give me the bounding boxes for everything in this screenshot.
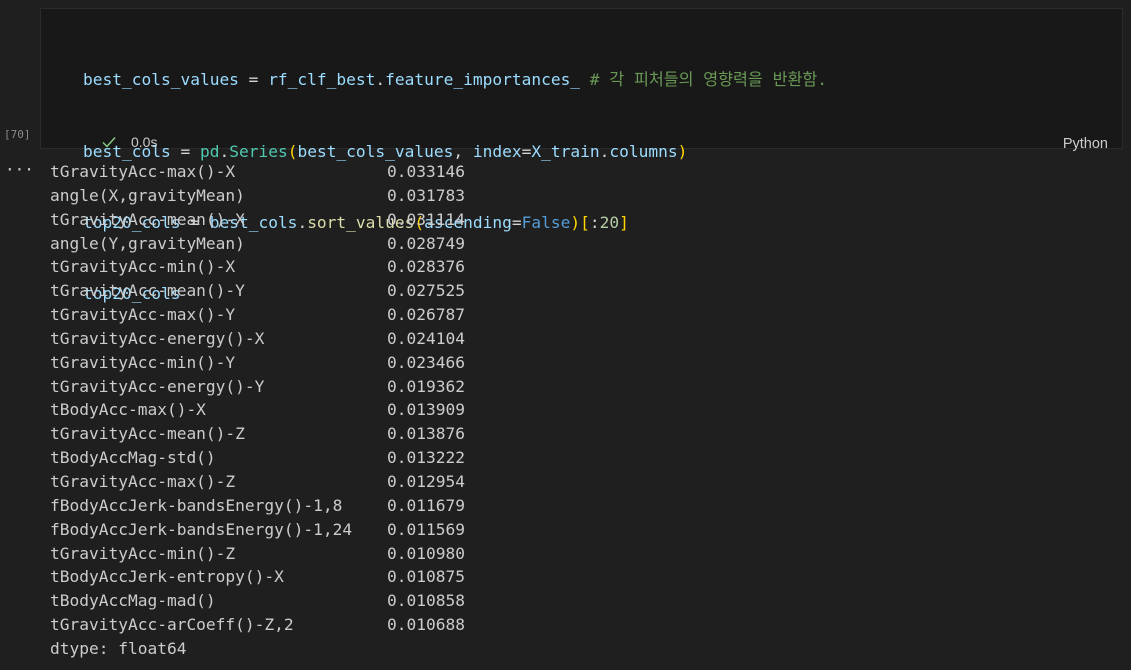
feature-importance: 0.028376 — [387, 257, 465, 277]
feature-importance: 0.013909 — [387, 400, 465, 420]
feature-name: tGravityAcc-energy()-X — [50, 328, 265, 348]
output-row: tGravityAcc-energy()-Y 0.019362 — [50, 375, 465, 399]
code-token: rf_clf_best — [268, 70, 376, 90]
code-token: ) — [677, 141, 688, 161]
output-row: tGravityAcc-max()-Y 0.026787 — [50, 303, 465, 327]
language-selector[interactable]: Python — [1063, 136, 1108, 152]
feature-importance: 0.011569 — [387, 519, 465, 539]
code-token: ( — [287, 141, 298, 161]
code-token: pd — [199, 141, 220, 161]
output-row: tGravityAcc-min()-Z 0.010980 — [50, 542, 465, 566]
output-row: tBodyAccMag-std() 0.013222 — [50, 446, 465, 470]
feature-name: tGravityAcc-mean()-X — [50, 209, 245, 229]
code-token: ) — [570, 212, 581, 232]
feature-importance: 0.031114 — [387, 209, 465, 229]
code-token: : — [589, 212, 600, 232]
feature-importance: 0.027525 — [387, 281, 465, 301]
output-dtype: dtype: float64 — [50, 638, 187, 658]
feature-name: angle(Y,gravityMean) — [50, 233, 245, 253]
output-row: tBodyAccJerk-entropy()-X 0.010875 — [50, 565, 465, 589]
feature-importance: 0.024104 — [387, 328, 465, 348]
output-row: fBodyAccJerk-bandsEnergy()-1,24 0.011569 — [50, 518, 465, 542]
code-comment: # 각 피처들의 영향력을 반환함. — [580, 70, 827, 90]
feature-importance: 0.013876 — [387, 424, 465, 444]
code-token: False — [521, 212, 571, 232]
code-token: = — [511, 212, 522, 232]
feature-importance: 0.010980 — [387, 543, 465, 563]
feature-importance: 0.031783 — [387, 185, 465, 205]
feature-name: tGravityAcc-mean()-Z — [50, 424, 245, 444]
feature-name: tGravityAcc-min()-Y — [50, 352, 236, 372]
feature-importance: 0.019362 — [387, 376, 465, 396]
output-row: angle(X,gravityMean) 0.031783 — [50, 184, 465, 208]
code-token: best_cols_values — [297, 141, 454, 161]
output-row: tGravityAcc-arCoeff()-Z,2 0.010688 — [50, 613, 465, 637]
code-token: . — [599, 141, 610, 161]
code-token: index — [472, 141, 522, 161]
feature-importance: 0.010688 — [387, 615, 465, 635]
feature-importance: 0.010875 — [387, 567, 465, 587]
feature-name: tGravityAcc-arCoeff()-Z,2 — [50, 615, 294, 635]
output-row: tGravityAcc-mean()-Z 0.013876 — [50, 422, 465, 446]
code-token: = — [238, 70, 269, 90]
feature-name: tBodyAcc-max()-X — [50, 400, 206, 420]
feature-name: tGravityAcc-mean()-Y — [50, 281, 245, 301]
output-row: tGravityAcc-max()-X 0.033146 — [50, 160, 465, 184]
output-row: tBodyAccMag-mad() 0.010858 — [50, 589, 465, 613]
feature-importance: 0.026787 — [387, 305, 465, 325]
feature-importance: 0.012954 — [387, 471, 465, 491]
feature-name: tGravityAcc-max()-Z — [50, 471, 236, 491]
feature-name: fBodyAccJerk-bandsEnergy()-1,8 — [50, 495, 343, 515]
cell-output: tGravityAcc-max()-X 0.033146 angle(X,gravi… — [50, 160, 465, 661]
code-token: ] — [619, 212, 629, 232]
code-token: . — [375, 70, 386, 90]
feature-importance: 0.010858 — [387, 591, 465, 611]
output-row: tGravityAcc-mean()-X 0.031114 — [50, 208, 465, 232]
feature-name: tBodyAccJerk-entropy()-X — [50, 567, 284, 587]
feature-name: tBodyAccMag-mad() — [50, 591, 216, 611]
code-token: . — [219, 141, 230, 161]
output-row: tGravityAcc-energy()-X 0.024104 — [50, 327, 465, 351]
code-token: 20 — [599, 212, 620, 232]
code-token: Series — [229, 141, 288, 161]
output-row: fBodyAccJerk-bandsEnergy()-1,8 0.011679 — [50, 494, 465, 518]
feature-name: angle(X,gravityMean) — [50, 185, 245, 205]
code-token: = — [170, 141, 200, 161]
execution-status: 0.0s — [101, 134, 157, 150]
output-row: tBodyAcc-max()-X 0.013909 — [50, 398, 465, 422]
feature-importance: 0.033146 — [387, 162, 465, 181]
output-row: angle(Y,gravityMean) 0.028749 — [50, 232, 465, 256]
output-row: tGravityAcc-min()-Y 0.023466 — [50, 351, 465, 375]
code-cell[interactable]: best_cols_values = rf_clf_best.feature_i… — [40, 8, 1123, 303]
output-row: tGravityAcc-min()-X 0.028376 — [50, 255, 465, 279]
code-token: , — [453, 141, 473, 161]
code-token: X_train — [531, 141, 600, 161]
feature-name: tBodyAccMag-std() — [50, 448, 216, 468]
feature-importance: 0.028749 — [387, 233, 465, 253]
feature-importance: 0.011679 — [387, 495, 465, 515]
code-token: = — [521, 141, 532, 161]
output-row: tGravityAcc-max()-Z 0.012954 — [50, 470, 465, 494]
feature-name: tGravityAcc-max()-Y — [50, 305, 236, 325]
code-token: best_cols_values — [83, 70, 239, 90]
feature-name: tGravityAcc-max()-X — [50, 162, 236, 181]
feature-name: tGravityAcc-min()-X — [50, 257, 236, 277]
execution-time: 0.0s — [131, 134, 158, 150]
code-line-1: best_cols_values = rf_clf_best.feature_i… — [83, 68, 827, 92]
check-icon — [102, 137, 116, 148]
code-token: [ — [580, 212, 590, 232]
code-token: columns — [609, 141, 678, 161]
output-row: tGravityAcc-mean()-Y 0.027525 — [50, 279, 465, 303]
code-token: feature_importances_ — [385, 70, 581, 90]
feature-name: tGravityAcc-energy()-Y — [50, 376, 265, 396]
output-rows: tGravityAcc-max()-X 0.033146 angle(X,gravi… — [50, 160, 465, 637]
more-actions-icon[interactable]: ··· — [5, 160, 34, 179]
feature-name: fBodyAccJerk-bandsEnergy()-1,24 — [50, 519, 353, 539]
execution-count: [70] — [4, 128, 31, 141]
feature-importance: 0.013222 — [387, 448, 465, 468]
feature-name: tGravityAcc-min()-Z — [50, 543, 236, 563]
feature-importance: 0.023466 — [387, 352, 465, 372]
